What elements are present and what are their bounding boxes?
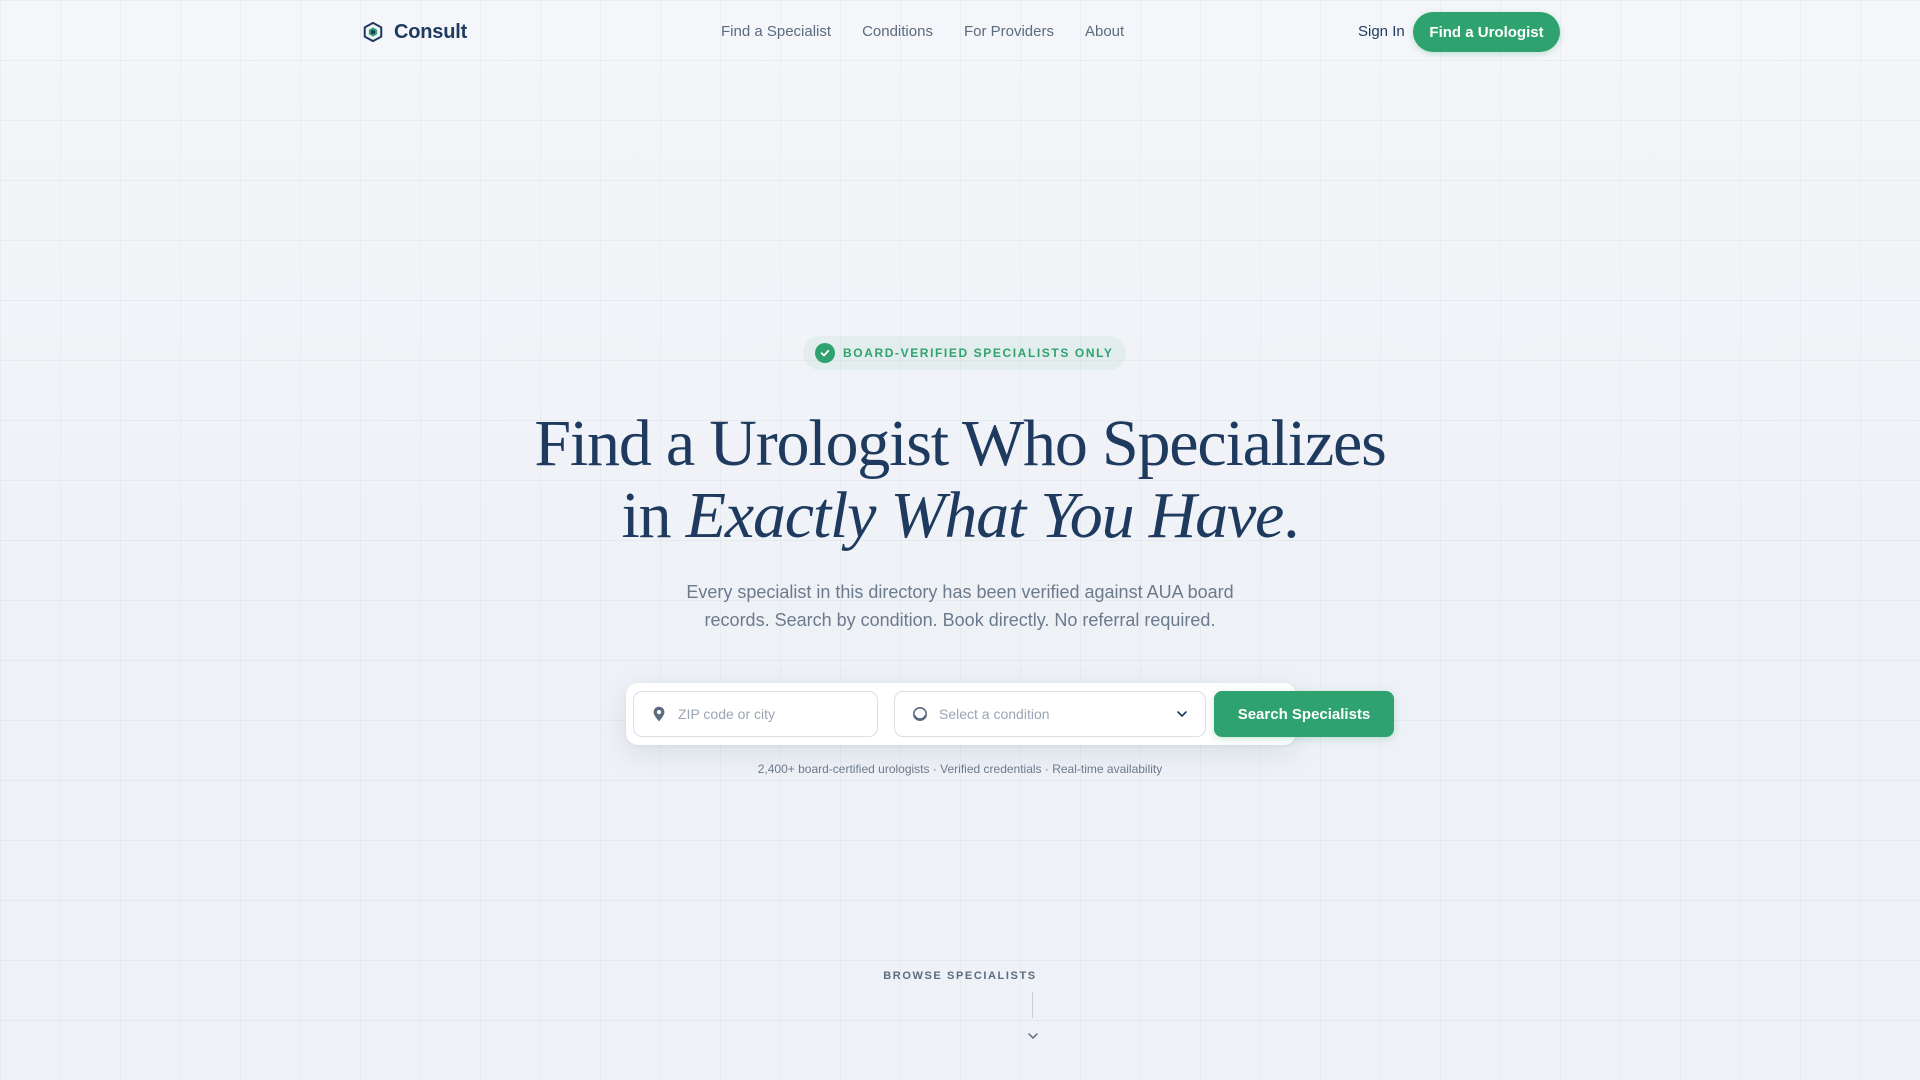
headline-line-2-prefix: in (621, 479, 686, 552)
zip-input[interactable] (678, 706, 858, 722)
circle-icon (912, 707, 928, 721)
directory-stats: 2,400+ board-certified urologists · Veri… (757, 762, 1163, 776)
hero-headline: Find a Urologist Who Specializes in Exac… (0, 408, 1920, 552)
nav-link-conditions[interactable]: Conditions (862, 23, 933, 40)
condition-select[interactable]: Select a condition (894, 691, 1206, 737)
badge-label: BOARD-VERIFIED SPECIALISTS ONLY (843, 346, 1114, 360)
check-circle-icon (815, 343, 835, 363)
search-form: Select a condition (626, 683, 1296, 745)
chevron-down-icon[interactable] (1026, 1029, 1040, 1043)
main-nav: Find a Specialist Conditions For Provide… (721, 23, 1124, 40)
headline-line-2-suffix: . (1283, 479, 1300, 552)
browse-specialists-label: BROWSE SPECIALISTS (883, 970, 1037, 982)
find-a-urologist-button[interactable]: Find a Urologist (1413, 12, 1560, 52)
headline-emphasis: Exactly What You Have (685, 479, 1285, 552)
nav-link-about[interactable]: About (1085, 23, 1124, 40)
search-specialists-button[interactable]: Search Specialists (1214, 691, 1394, 737)
map-pin-icon (653, 706, 665, 722)
scroll-divider (1032, 992, 1033, 1018)
headline-line-1: Find a Urologist Who Specializes (534, 407, 1386, 480)
brand-name: Consult (394, 20, 468, 43)
chevron-down-icon (1177, 711, 1187, 717)
condition-placeholder: Select a condition (939, 706, 1050, 722)
top-navigation: Consult Find a Specialist Conditions For… (0, 0, 1920, 64)
brand-logo-link[interactable]: Consult (362, 19, 467, 45)
hexagon-logo-icon (363, 21, 383, 43)
nav-link-for-providers[interactable]: For Providers (964, 23, 1054, 40)
hero-subheadline: Every specialist in this directory has b… (686, 582, 1234, 630)
verification-badge: BOARD-VERIFIED SPECIALISTS ONLY (803, 336, 1126, 370)
zip-field[interactable] (633, 691, 878, 737)
nav-link-find-a-specialist[interactable]: Find a Specialist (721, 23, 831, 40)
sign-in-link[interactable]: Sign In (1358, 23, 1405, 40)
